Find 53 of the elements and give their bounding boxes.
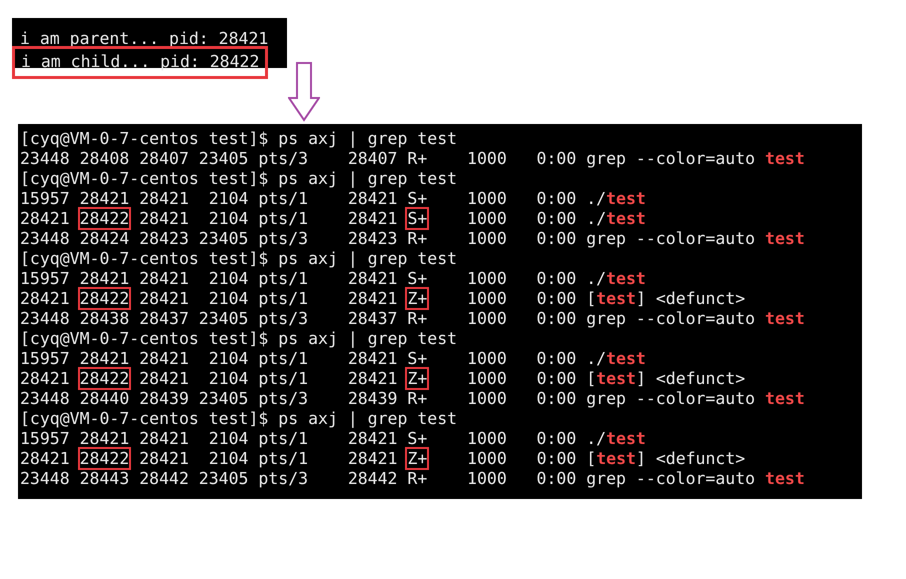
boxed-text: 28422: [78, 447, 132, 470]
highlighted-match: test: [606, 189, 646, 208]
terminal-line: [cyq@VM-0-7-centos test]$ ps axj | grep test: [20, 409, 458, 429]
terminal-line: [cyq@VM-0-7-centos test]$ ps axj | grep test: [20, 329, 458, 349]
highlighted-match: test: [606, 269, 646, 288]
terminal-text: 28421: [20, 449, 71, 468]
terminal-line: [cyq@VM-0-7-centos test]$ ps axj | grep test: [20, 129, 458, 149]
terminal-text: 1000 0:00 [: [466, 369, 596, 388]
terminal-text: 28421 2104 pts/1 28421: [138, 449, 398, 468]
highlighted-match: test: [606, 349, 646, 368]
terminal-text: ] <defunct>: [636, 369, 746, 388]
highlighted-match: test: [765, 149, 805, 168]
highlighted-match: test: [606, 209, 646, 228]
terminal-text: 28421 2104 pts/1 28421: [138, 289, 398, 308]
terminal-text: 15957 28421 28421 2104 pts/1 28421 S+ 1000 0:00 ./: [20, 269, 606, 288]
terminal-text: 15957 28421 28421 2104 pts/1 28421 S+ 1000 0:00 ./: [20, 189, 606, 208]
highlighted-match: test: [765, 229, 805, 248]
terminal-text: 23448 28408 28407 23405 pts/3 28407 R+ 1000 0:00 grep --color=auto: [20, 149, 756, 168]
boxed-text: 28422: [78, 287, 132, 310]
terminal-text: 28421: [20, 369, 71, 388]
terminal-text: 23448 28438 28437 23405 pts/3 28437 R+ 1000 0:00 grep --color=auto: [20, 309, 756, 328]
boxed-text: i am child... pid: 28422: [12, 46, 268, 79]
highlighted-match: test: [596, 369, 636, 388]
terminal-text: 1000 0:00 [: [466, 289, 596, 308]
boxed-text: Z+: [405, 447, 430, 470]
terminal-text: 28421 2104 pts/1 28421: [138, 209, 398, 228]
boxed-text: 28422: [78, 207, 132, 230]
terminal-text: ] <defunct>: [636, 289, 746, 308]
highlighted-match: test: [765, 389, 805, 408]
terminal-line: [cyq@VM-0-7-centos test]$ ps axj | grep test: [20, 249, 458, 269]
down-arrow-icon: [288, 62, 320, 122]
terminal-text: 23448 28443 28442 23405 pts/3 28442 R+ 1000 0:00 grep --color=auto: [20, 469, 756, 488]
terminal-text: 1000 0:00 [: [466, 449, 596, 468]
highlighted-match: test: [765, 469, 805, 488]
highlighted-match: test: [765, 309, 805, 328]
terminal-text: 23448 28424 28423 23405 pts/3 28423 R+ 1000 0:00 grep --color=auto: [20, 229, 756, 248]
highlighted-match: test: [606, 429, 646, 448]
terminal-text: 1000 0:00 ./: [466, 209, 606, 228]
boxed-text: S+: [405, 207, 430, 230]
terminal-text: 28421: [20, 289, 71, 308]
terminal-text: 28421: [20, 209, 71, 228]
highlighted-match: test: [596, 449, 636, 468]
terminal-text: ] <defunct>: [636, 449, 746, 468]
terminal-line: [cyq@VM-0-7-centos test]$ ps axj | grep test: [20, 169, 458, 189]
terminal-text: 15957 28421 28421 2104 pts/1 28421 S+ 1000 0:00 ./: [20, 429, 606, 448]
terminal-line: i am parent... pid: 28421: [20, 29, 270, 49]
terminal-text: 23448 28440 28439 23405 pts/3 28439 R+ 1000 0:00 grep --color=auto: [20, 389, 756, 408]
boxed-text: Z+: [405, 367, 430, 390]
highlighted-match: test: [596, 289, 636, 308]
boxed-text: Z+: [405, 287, 430, 310]
terminal-text: 15957 28421 28421 2104 pts/1 28421 S+ 1000 0:00 ./: [20, 349, 606, 368]
terminal-text: 28421 2104 pts/1 28421: [138, 369, 398, 388]
boxed-text: 28422: [78, 367, 132, 390]
